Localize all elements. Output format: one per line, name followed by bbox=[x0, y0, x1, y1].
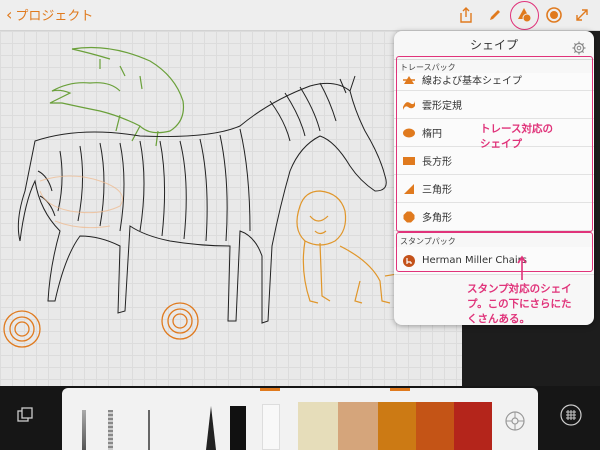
stamp-annotation-line: プ。この下にさらにた bbox=[467, 298, 572, 310]
back-label: プロジェクト bbox=[15, 9, 94, 24]
brush-marker[interactable] bbox=[230, 406, 246, 450]
swatch-1[interactable] bbox=[298, 402, 338, 450]
circle-stamp bbox=[3, 302, 199, 348]
top-toolbar: ‹ プロジェクト bbox=[0, 0, 600, 31]
stamp-icon[interactable] bbox=[542, 3, 566, 27]
grid-icon[interactable] bbox=[560, 404, 582, 430]
shapes-icon-highlight bbox=[510, 1, 539, 30]
trace-annotation-line: シェイプ bbox=[480, 138, 522, 150]
trace-annotation: トレース対応の シェイプ bbox=[480, 122, 553, 152]
active-indicator bbox=[260, 388, 280, 391]
tool-tray bbox=[62, 388, 538, 450]
swatch-2[interactable] bbox=[338, 402, 378, 450]
stamp-annotation-line: スタンプ対応のシェイ bbox=[467, 283, 572, 295]
stamp-annotation-line: くさんある。 bbox=[467, 313, 530, 325]
stamp-shapes-highlight bbox=[396, 232, 593, 272]
swatch-5[interactable] bbox=[454, 402, 492, 450]
arrow-up-icon bbox=[517, 255, 527, 280]
trace-annotation-line: トレース対応の bbox=[480, 123, 553, 135]
brush-pen[interactable] bbox=[206, 406, 216, 450]
popover-title-text: シェイプ bbox=[469, 38, 518, 52]
zebra-drawing bbox=[17, 75, 387, 324]
brush-eraser[interactable] bbox=[262, 404, 280, 450]
brush-fineliner[interactable] bbox=[148, 410, 150, 450]
swatch-4[interactable] bbox=[416, 402, 454, 450]
pen-icon[interactable] bbox=[483, 3, 507, 27]
brush-pencil[interactable] bbox=[82, 410, 86, 450]
crocodile-drawing bbox=[49, 46, 185, 147]
canvas-artwork bbox=[3, 46, 431, 348]
color-wheel-icon[interactable] bbox=[504, 410, 526, 436]
back-button[interactable]: ‹ プロジェクト bbox=[6, 5, 93, 24]
stamp-annotation: スタンプ対応のシェイ プ。この下にさらにた くさんある。 bbox=[467, 282, 572, 327]
share-icon[interactable] bbox=[454, 3, 478, 27]
active-color-indicator bbox=[390, 388, 410, 391]
expand-icon[interactable] bbox=[570, 3, 594, 27]
layers-icon[interactable] bbox=[16, 406, 34, 428]
swatch-3[interactable] bbox=[378, 402, 416, 450]
chevron-left-icon: ‹ bbox=[6, 4, 13, 24]
drawing-canvas[interactable] bbox=[0, 31, 462, 386]
brush-charcoal[interactable] bbox=[108, 410, 113, 450]
